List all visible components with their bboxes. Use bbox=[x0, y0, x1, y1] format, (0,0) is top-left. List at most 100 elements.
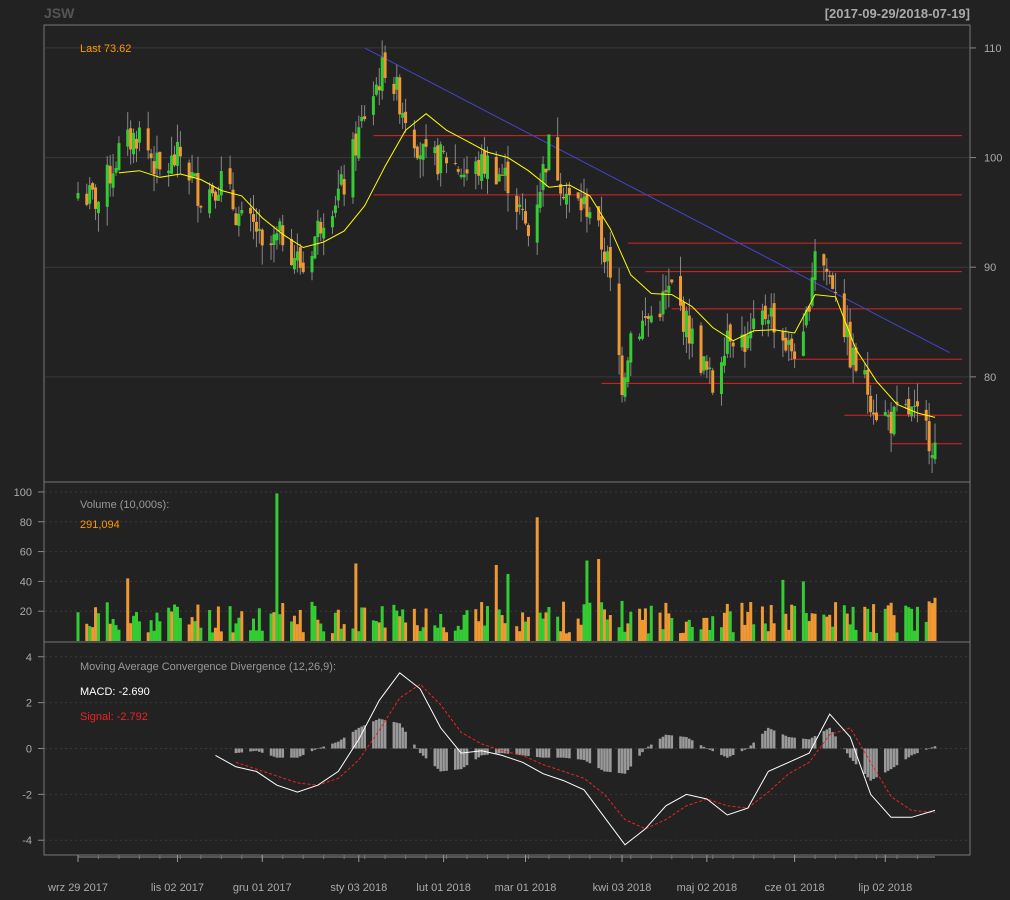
candle-down bbox=[213, 191, 217, 201]
candle-up bbox=[535, 204, 539, 243]
volume-bar bbox=[88, 626, 92, 641]
candle-up bbox=[787, 340, 791, 345]
histogram-bar bbox=[234, 748, 238, 754]
volume-bar bbox=[442, 627, 446, 641]
candle-down bbox=[544, 168, 548, 173]
histogram-bar bbox=[392, 721, 396, 749]
volume-bar bbox=[544, 612, 548, 641]
candle-up bbox=[374, 84, 378, 95]
macd-value-label: MACD: -2.690 bbox=[80, 686, 150, 698]
histogram-bar bbox=[474, 748, 478, 760]
volume-bar bbox=[175, 606, 179, 641]
x-tick-label: maj 02 2018 bbox=[677, 882, 738, 894]
volume-bar bbox=[319, 623, 323, 641]
volume-bar bbox=[664, 602, 668, 641]
candle-up bbox=[380, 57, 384, 91]
candle-down bbox=[875, 412, 879, 421]
volume-bar bbox=[462, 614, 466, 641]
candle-up bbox=[605, 251, 609, 262]
volume-bar bbox=[158, 621, 162, 641]
volume-bar bbox=[863, 606, 867, 641]
candle-down bbox=[231, 189, 235, 210]
histogram-bar bbox=[723, 748, 726, 757]
histogram-bar bbox=[521, 748, 524, 756]
volume-tick-label: 60 bbox=[20, 547, 32, 559]
volume-bar bbox=[690, 626, 694, 641]
histogram-bar bbox=[831, 732, 834, 749]
histogram-bar bbox=[424, 748, 428, 759]
candle-up bbox=[330, 216, 334, 228]
histogram-bar bbox=[728, 748, 732, 757]
candle-down bbox=[825, 268, 829, 272]
volume-bar bbox=[173, 604, 177, 641]
volume-bar bbox=[114, 625, 118, 641]
candle-down bbox=[643, 316, 647, 318]
macd-tick-label: 4 bbox=[26, 652, 32, 664]
histogram-bar bbox=[579, 748, 583, 760]
volume-bar bbox=[851, 606, 855, 641]
volume-bar bbox=[769, 604, 773, 641]
candle-down bbox=[772, 303, 776, 333]
x-tick-label: lis 02 2017 bbox=[151, 882, 204, 894]
volume-bar bbox=[667, 613, 671, 641]
volume-bar bbox=[108, 623, 112, 641]
histogram-bar bbox=[301, 748, 305, 756]
volume-tick-label: 100 bbox=[14, 487, 32, 499]
volume-bar bbox=[254, 630, 258, 641]
volume-bar bbox=[322, 631, 326, 641]
candle-down bbox=[848, 321, 852, 368]
candle-down bbox=[781, 331, 785, 341]
histogram-bar bbox=[805, 738, 808, 749]
histogram-bar bbox=[398, 723, 402, 749]
volume-bar bbox=[848, 624, 852, 641]
price-tick-label: 80 bbox=[984, 372, 996, 384]
histogram-bar bbox=[252, 748, 255, 752]
histogram-bar bbox=[913, 748, 916, 755]
histogram-bar bbox=[752, 742, 755, 749]
histogram-bar bbox=[576, 748, 580, 760]
volume-bar bbox=[456, 625, 460, 641]
volume-bar bbox=[562, 601, 566, 641]
x-tick-label: gru 01 2017 bbox=[233, 882, 292, 894]
volume-bar bbox=[506, 573, 510, 641]
candle-down bbox=[228, 168, 232, 185]
volume-bar bbox=[295, 624, 299, 641]
volume-bar bbox=[749, 602, 753, 641]
volume-bar bbox=[418, 631, 422, 641]
volume-bar bbox=[910, 608, 914, 641]
histogram-bar bbox=[372, 721, 375, 749]
histogram-bar bbox=[436, 748, 440, 769]
candle-up bbox=[257, 228, 261, 232]
candle-down bbox=[687, 315, 691, 344]
volume-bar bbox=[146, 632, 150, 641]
volume-tick-label: 40 bbox=[20, 576, 32, 588]
volume-bar bbox=[354, 563, 358, 641]
volume-bar bbox=[521, 612, 525, 641]
volume-bar bbox=[684, 621, 688, 641]
candle-up bbox=[240, 209, 244, 214]
candle-up bbox=[333, 205, 337, 214]
histogram-bar bbox=[638, 748, 641, 756]
volume-bar bbox=[187, 624, 191, 641]
histogram-bar bbox=[927, 748, 931, 749]
volume-bar bbox=[91, 627, 95, 641]
candle-up bbox=[275, 233, 279, 241]
volume-bar bbox=[787, 629, 791, 641]
histogram-bar bbox=[527, 748, 530, 757]
histogram-bar bbox=[743, 748, 747, 750]
histogram-bar bbox=[477, 748, 481, 758]
candle-up bbox=[582, 196, 586, 205]
volume-bar bbox=[526, 616, 530, 641]
histogram-bar bbox=[568, 748, 571, 759]
volume-bar bbox=[904, 605, 908, 641]
volume-bar bbox=[412, 608, 416, 641]
macd-tick-label: -4 bbox=[22, 835, 32, 847]
histogram-bar bbox=[746, 748, 750, 749]
x-tick-label: kwi 03 2018 bbox=[593, 882, 652, 894]
volume-bar bbox=[485, 606, 489, 641]
histogram-bar bbox=[828, 727, 832, 749]
volume-bar bbox=[445, 632, 449, 641]
histogram-bar bbox=[585, 748, 589, 762]
histogram-bar bbox=[761, 733, 764, 749]
candle-down bbox=[254, 221, 258, 232]
